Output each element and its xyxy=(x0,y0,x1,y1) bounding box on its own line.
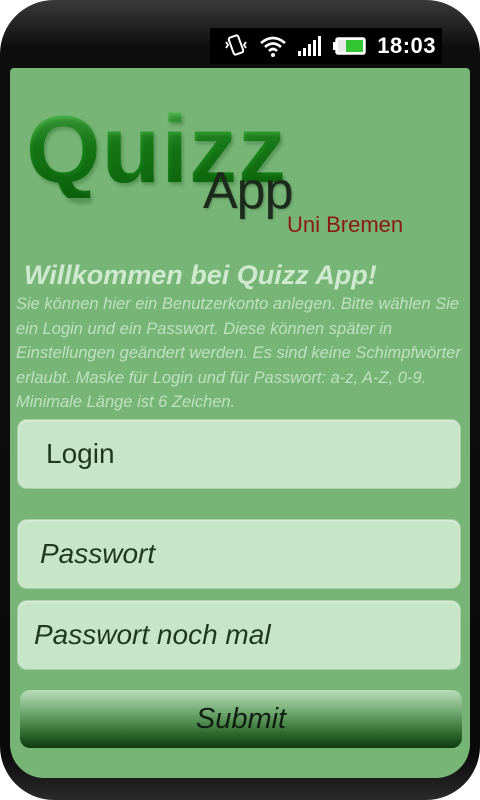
logo-uni-text: Uni Bremen xyxy=(287,212,404,237)
password-input[interactable] xyxy=(18,520,460,588)
login-input[interactable] xyxy=(18,420,460,488)
wifi-icon xyxy=(259,34,287,58)
signal-icon xyxy=(297,35,323,57)
password-field xyxy=(17,519,461,589)
welcome-heading: Willkommen bei Quizz App! xyxy=(24,260,377,290)
app-screen: Quizz App Uni Bremen Willkommen bei Quiz… xyxy=(10,68,470,778)
login-field xyxy=(17,419,461,489)
status-time: 18:03 xyxy=(377,33,436,58)
info-text: Sie können hier ein Benutzerkonto anlege… xyxy=(16,295,461,411)
logo-app-text: App xyxy=(203,162,294,220)
submit-button[interactable]: Submit xyxy=(20,690,462,748)
password-repeat-input[interactable] xyxy=(18,601,460,669)
phone-frame: 18:03 Quizz App Uni Bremen Willkommen be… xyxy=(0,0,480,800)
status-bar: 18:03 xyxy=(210,28,442,64)
password-repeat-field xyxy=(17,600,461,670)
vibrate-icon xyxy=(223,33,249,59)
battery-icon xyxy=(333,36,367,56)
